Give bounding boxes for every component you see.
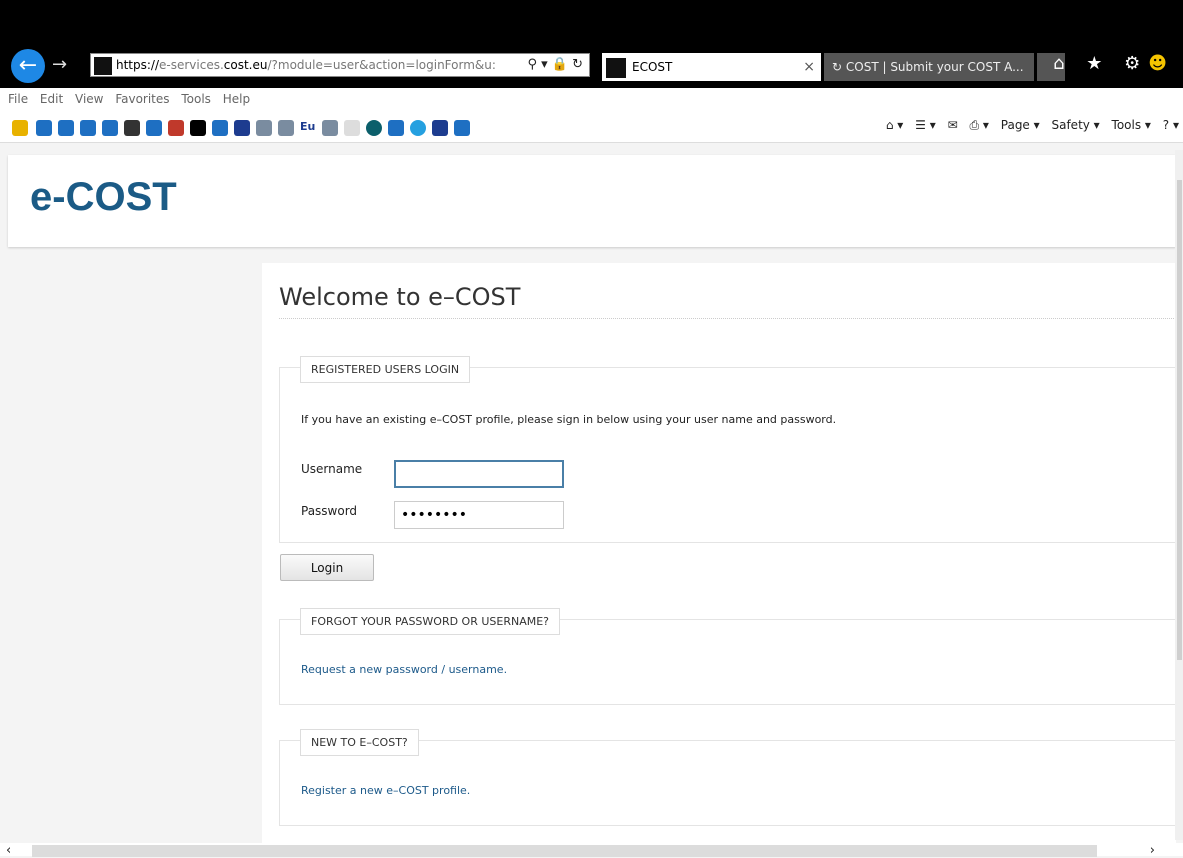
address-tools-icons[interactable]: ⚲ ▾ 🔒 ↻	[527, 54, 583, 76]
command-bar: ⌂ ▾ ☰ ▾ ✉ ⎙ ▾ Page ▾ Safety ▾ Tools ▾ ? …	[878, 118, 1179, 133]
menu-edit[interactable]: Edit	[40, 92, 63, 106]
favorite-site-icon[interactable]	[322, 120, 338, 136]
menu-help[interactable]: Help	[223, 92, 250, 106]
favorite-ie-icon[interactable]	[454, 120, 470, 136]
favorites-star-icon[interactable]	[12, 120, 28, 136]
menu-file[interactable]: File	[8, 92, 28, 106]
url-subdomain: e-services.	[159, 58, 224, 72]
favorite-ie-icon[interactable]	[388, 120, 404, 136]
password-input[interactable]: ••••••••	[394, 501, 564, 529]
tab-favicon-icon	[606, 57, 626, 78]
scrollbar-thumb[interactable]	[32, 845, 1097, 857]
tab-title: COST | Submit your COST A...	[845, 60, 1024, 74]
favorite-site-icon[interactable]	[234, 120, 250, 136]
help-icon[interactable]: ? ▾	[1163, 118, 1179, 132]
favorite-ie-icon[interactable]	[212, 120, 228, 136]
site-favicon-icon	[94, 56, 112, 75]
tab-title: ECOST	[632, 60, 673, 74]
menu-view[interactable]: View	[75, 92, 103, 106]
login-panel: Welcome to e–COST REGISTERED USERS LOGIN…	[262, 263, 1176, 853]
print-icon[interactable]: ⎙ ▾	[969, 118, 988, 132]
tab-cost-submit[interactable]: ↻ COST | Submit your COST A...	[824, 53, 1034, 81]
favorite-google-plus-icon[interactable]	[168, 120, 184, 136]
section-legend: NEW TO E–COST?	[300, 729, 419, 756]
forward-button[interactable]: →	[52, 54, 67, 75]
favorite-eu-icon[interactable]: Eu	[300, 120, 316, 136]
username-input[interactable]	[394, 460, 564, 488]
favorite-site-icon[interactable]	[256, 120, 272, 136]
favorite-refresh-icon[interactable]	[410, 120, 426, 136]
new-user-section: NEW TO E–COST? Register a new e–COST pro…	[279, 729, 1176, 826]
site-header: e-COST	[8, 155, 1176, 247]
registered-users-section: REGISTERED USERS LOGIN If you have an ex…	[279, 356, 1176, 543]
browser-toolbar-icons[interactable]: ⌂ ★ ⚙☻	[1053, 53, 1175, 74]
forgot-section: FORGOT YOUR PASSWORD OR USERNAME? Reques…	[279, 608, 1176, 705]
favorite-ie-icon[interactable]	[58, 120, 74, 136]
title-divider	[279, 318, 1176, 319]
safety-menu[interactable]: Safety ▾	[1051, 118, 1099, 132]
section-legend: FORGOT YOUR PASSWORD OR USERNAME?	[300, 608, 561, 635]
horizontal-scrollbar[interactable]: ‹ ›	[0, 843, 1183, 858]
section-legend: REGISTERED USERS LOGIN	[300, 356, 471, 383]
page-menu[interactable]: Page ▾	[1001, 118, 1040, 132]
menu-bar: File Edit View Favorites Tools Help	[0, 88, 1183, 114]
tools-menu[interactable]: Tools ▾	[1112, 118, 1151, 132]
back-button[interactable]: ←	[11, 49, 45, 83]
tab-close-icon[interactable]: ×	[803, 53, 815, 81]
menu-tools[interactable]: Tools	[181, 92, 211, 106]
favorite-circle-icon[interactable]	[366, 120, 382, 136]
page-title: Welcome to e–COST	[279, 283, 521, 311]
favorite-eu-flag-icon[interactable]	[432, 120, 448, 136]
favorite-black-icon[interactable]	[190, 120, 206, 136]
vertical-scrollbar[interactable]	[1175, 150, 1183, 840]
login-intro-text: If you have an existing e–COST profile, …	[301, 413, 837, 426]
favorite-ie-icon[interactable]	[102, 120, 118, 136]
home-icon[interactable]: ⌂ ▾	[886, 118, 903, 132]
loading-icon: ↻	[832, 60, 846, 74]
favorite-ie-icon[interactable]	[80, 120, 96, 136]
register-link[interactable]: Register a new e–COST profile.	[301, 784, 470, 797]
title-bar	[0, 0, 1183, 48]
feeds-icon[interactable]: ☰ ▾	[915, 118, 936, 132]
favorite-ie-icon[interactable]	[36, 120, 52, 136]
favorite-site-icon[interactable]	[344, 120, 360, 136]
favorite-ie-icon[interactable]	[146, 120, 162, 136]
address-bar[interactable]: https://e-services.cost.eu/?module=user&…	[90, 53, 590, 77]
scrollbar-thumb[interactable]	[1177, 180, 1182, 660]
menu-favorites[interactable]: Favorites	[115, 92, 169, 106]
site-logo[interactable]: e-COST	[30, 175, 177, 220]
url-path: /?module=user&action=loginForm&u:	[267, 58, 496, 72]
favorite-site-icon[interactable]	[124, 120, 140, 136]
username-label: Username	[301, 462, 363, 476]
tab-ecost[interactable]: ECOST ×	[602, 53, 821, 81]
request-password-link[interactable]: Request a new password / username.	[301, 663, 507, 676]
home-star-gear-icons: ⌂ ★ ⚙	[1053, 53, 1149, 74]
url-host: cost.eu	[223, 58, 268, 72]
mail-icon[interactable]: ✉	[948, 118, 958, 132]
favorite-site-icon[interactable]	[278, 120, 294, 136]
login-button[interactable]: Login	[280, 554, 374, 581]
password-label: Password	[301, 504, 358, 518]
url-scheme: https://	[116, 58, 160, 72]
feedback-smiley-icon: ☻	[1148, 53, 1175, 74]
